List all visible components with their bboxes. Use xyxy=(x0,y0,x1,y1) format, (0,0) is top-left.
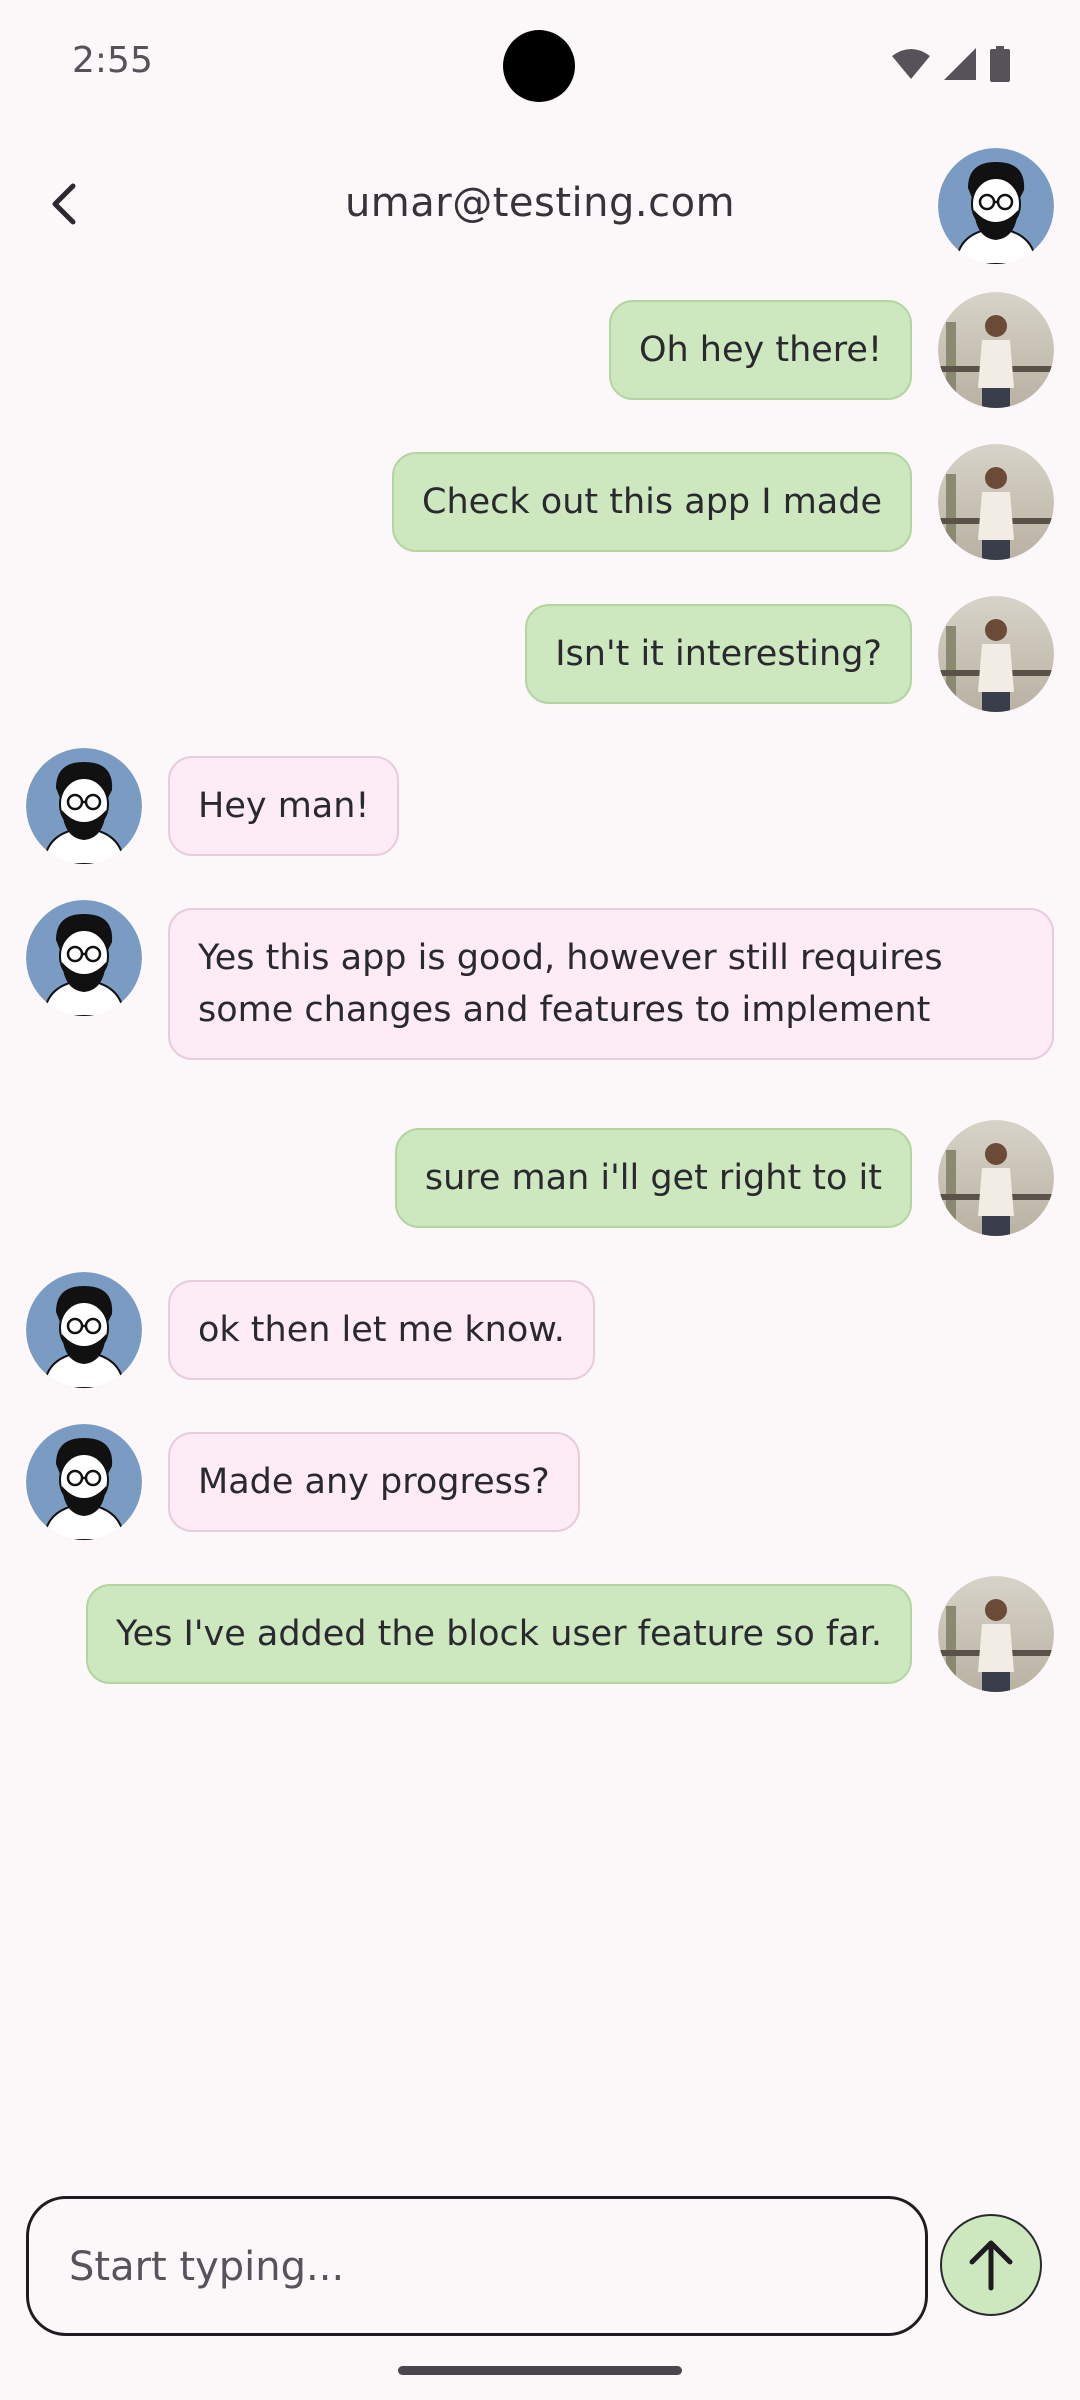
received-message-bubble[interactable]: ok then let me know. xyxy=(168,1280,595,1380)
send-button[interactable] xyxy=(940,2214,1042,2316)
message-input-box[interactable] xyxy=(26,2196,928,2336)
wifi-icon xyxy=(892,49,930,79)
my-avatar[interactable] xyxy=(938,596,1054,712)
sent-message-bubble[interactable]: Yes I've added the block user feature so… xyxy=(85,1584,912,1684)
my-avatar[interactable] xyxy=(938,1576,1054,1692)
contact-email: umar@testing.com xyxy=(344,180,736,226)
contact-avatar-small[interactable] xyxy=(26,748,142,864)
message-row-sent: Oh hey there! xyxy=(608,292,1054,408)
received-message-bubble[interactable]: Made any progress? xyxy=(168,1432,580,1532)
my-avatar[interactable] xyxy=(938,1120,1054,1236)
received-message-bubble[interactable]: Yes this app is good, however still requ… xyxy=(168,908,1054,1060)
message-row-received: Hey man! xyxy=(26,748,400,864)
arrow-up-icon xyxy=(969,2240,1013,2291)
contact-avatar-small[interactable] xyxy=(26,900,142,1016)
message-row-received: ok then let me know. xyxy=(26,1272,595,1388)
message-input[interactable] xyxy=(67,2199,891,2335)
my-avatar[interactable] xyxy=(938,444,1054,560)
my-avatar[interactable] xyxy=(938,292,1054,408)
received-message-bubble[interactable]: Hey man! xyxy=(168,756,400,856)
battery-icon xyxy=(990,46,1010,82)
message-row-received: Yes this app is good, however still requ… xyxy=(26,900,1054,1060)
status-time: 2:55 xyxy=(72,40,153,81)
status-bar: 2:55 xyxy=(0,0,1080,130)
message-row-sent: Check out this app I made xyxy=(392,444,1054,560)
message-row-sent: sure man i'll get right to it xyxy=(394,1120,1054,1236)
message-row-sent: Yes I've added the block user feature so… xyxy=(85,1576,1054,1692)
sent-message-bubble[interactable]: Oh hey there! xyxy=(608,300,912,400)
message-row-sent: Isn't it interesting? xyxy=(525,596,1054,712)
contact-avatar[interactable] xyxy=(938,148,1054,264)
sent-message-bubble[interactable]: sure man i'll get right to it xyxy=(394,1128,912,1228)
signal-icon xyxy=(944,48,976,80)
home-indicator xyxy=(398,2366,682,2375)
contact-avatar-small[interactable] xyxy=(26,1272,142,1388)
status-icons xyxy=(892,46,1010,82)
sent-message-bubble[interactable]: Check out this app I made xyxy=(392,452,912,552)
message-row-received: Made any progress? xyxy=(26,1424,580,1540)
sent-message-bubble[interactable]: Isn't it interesting? xyxy=(525,604,912,704)
chat-header: umar@testing.com xyxy=(0,140,1080,270)
camera-cutout xyxy=(503,30,575,102)
contact-avatar-small[interactable] xyxy=(26,1424,142,1540)
